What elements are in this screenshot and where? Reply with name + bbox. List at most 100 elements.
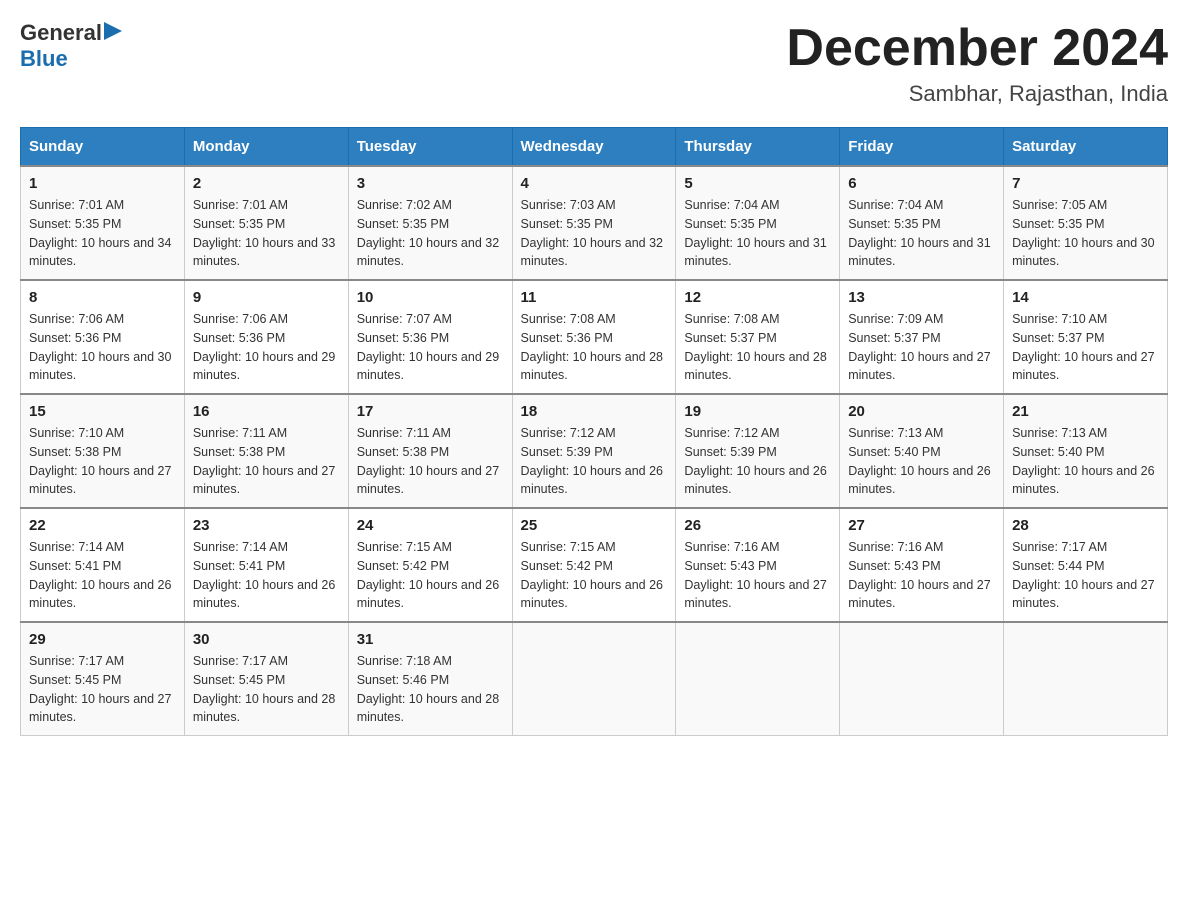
sunrise-text: Sunrise: 7:04 AM <box>684 196 831 215</box>
sunset-text: Sunset: 5:38 PM <box>357 443 504 462</box>
daylight-text: Daylight: 10 hours and 28 minutes. <box>521 348 668 386</box>
sunrise-text: Sunrise: 7:01 AM <box>29 196 176 215</box>
sunset-text: Sunset: 5:35 PM <box>848 215 995 234</box>
calendar-cell: 31 Sunrise: 7:18 AM Sunset: 5:46 PM Dayl… <box>348 622 512 736</box>
sunset-text: Sunset: 5:35 PM <box>193 215 340 234</box>
day-info: Sunrise: 7:12 AM Sunset: 5:39 PM Dayligh… <box>684 424 831 499</box>
day-number: 11 <box>521 289 668 306</box>
daylight-text: Daylight: 10 hours and 28 minutes. <box>684 348 831 386</box>
daylight-text: Daylight: 10 hours and 30 minutes. <box>29 348 176 386</box>
day-number: 5 <box>684 175 831 192</box>
sunrise-text: Sunrise: 7:14 AM <box>29 538 176 557</box>
sunset-text: Sunset: 5:35 PM <box>29 215 176 234</box>
daylight-text: Daylight: 10 hours and 31 minutes. <box>684 234 831 272</box>
day-info: Sunrise: 7:14 AM Sunset: 5:41 PM Dayligh… <box>193 538 340 613</box>
daylight-text: Daylight: 10 hours and 26 minutes. <box>357 576 504 614</box>
week-row-1: 1 Sunrise: 7:01 AM Sunset: 5:35 PM Dayli… <box>21 166 1168 280</box>
day-header-friday: Friday <box>840 128 1004 167</box>
calendar-cell: 29 Sunrise: 7:17 AM Sunset: 5:45 PM Dayl… <box>21 622 185 736</box>
sunrise-text: Sunrise: 7:04 AM <box>848 196 995 215</box>
day-info: Sunrise: 7:04 AM Sunset: 5:35 PM Dayligh… <box>684 196 831 271</box>
day-number: 29 <box>29 631 176 648</box>
sunset-text: Sunset: 5:38 PM <box>29 443 176 462</box>
sunrise-text: Sunrise: 7:13 AM <box>848 424 995 443</box>
daylight-text: Daylight: 10 hours and 33 minutes. <box>193 234 340 272</box>
day-info: Sunrise: 7:15 AM Sunset: 5:42 PM Dayligh… <box>357 538 504 613</box>
calendar-cell: 20 Sunrise: 7:13 AM Sunset: 5:40 PM Dayl… <box>840 394 1004 508</box>
sunset-text: Sunset: 5:39 PM <box>684 443 831 462</box>
day-number: 6 <box>848 175 995 192</box>
sunrise-text: Sunrise: 7:01 AM <box>193 196 340 215</box>
sunset-text: Sunset: 5:46 PM <box>357 671 504 690</box>
sunset-text: Sunset: 5:42 PM <box>357 557 504 576</box>
day-number: 22 <box>29 517 176 534</box>
sunrise-text: Sunrise: 7:06 AM <box>29 310 176 329</box>
page-header: General Blue December 2024 Sambhar, Raja… <box>20 20 1168 107</box>
day-number: 10 <box>357 289 504 306</box>
day-number: 4 <box>521 175 668 192</box>
daylight-text: Daylight: 10 hours and 26 minutes. <box>684 462 831 500</box>
sunset-text: Sunset: 5:36 PM <box>357 329 504 348</box>
daylight-text: Daylight: 10 hours and 28 minutes. <box>193 690 340 728</box>
day-info: Sunrise: 7:09 AM Sunset: 5:37 PM Dayligh… <box>848 310 995 385</box>
day-number: 8 <box>29 289 176 306</box>
daylight-text: Daylight: 10 hours and 26 minutes. <box>29 576 176 614</box>
sunset-text: Sunset: 5:37 PM <box>1012 329 1159 348</box>
day-number: 26 <box>684 517 831 534</box>
daylight-text: Daylight: 10 hours and 34 minutes. <box>29 234 176 272</box>
sunrise-text: Sunrise: 7:06 AM <box>193 310 340 329</box>
sunset-text: Sunset: 5:35 PM <box>357 215 504 234</box>
daylight-text: Daylight: 10 hours and 32 minutes. <box>357 234 504 272</box>
day-info: Sunrise: 7:12 AM Sunset: 5:39 PM Dayligh… <box>521 424 668 499</box>
calendar-cell: 6 Sunrise: 7:04 AM Sunset: 5:35 PM Dayli… <box>840 166 1004 280</box>
calendar-cell: 7 Sunrise: 7:05 AM Sunset: 5:35 PM Dayli… <box>1004 166 1168 280</box>
sunset-text: Sunset: 5:45 PM <box>29 671 176 690</box>
daylight-text: Daylight: 10 hours and 27 minutes. <box>29 462 176 500</box>
calendar-cell: 17 Sunrise: 7:11 AM Sunset: 5:38 PM Dayl… <box>348 394 512 508</box>
calendar-table: SundayMondayTuesdayWednesdayThursdayFrid… <box>20 127 1168 736</box>
sunrise-text: Sunrise: 7:11 AM <box>193 424 340 443</box>
daylight-text: Daylight: 10 hours and 27 minutes. <box>357 462 504 500</box>
day-info: Sunrise: 7:13 AM Sunset: 5:40 PM Dayligh… <box>848 424 995 499</box>
calendar-cell <box>840 622 1004 736</box>
calendar-cell: 21 Sunrise: 7:13 AM Sunset: 5:40 PM Dayl… <box>1004 394 1168 508</box>
day-number: 23 <box>193 517 340 534</box>
sunset-text: Sunset: 5:43 PM <box>848 557 995 576</box>
logo-arrow-icon <box>104 20 124 42</box>
sunrise-text: Sunrise: 7:10 AM <box>29 424 176 443</box>
calendar-cell: 16 Sunrise: 7:11 AM Sunset: 5:38 PM Dayl… <box>184 394 348 508</box>
sunset-text: Sunset: 5:36 PM <box>29 329 176 348</box>
day-number: 9 <box>193 289 340 306</box>
header-row: SundayMondayTuesdayWednesdayThursdayFrid… <box>21 128 1168 167</box>
sunrise-text: Sunrise: 7:08 AM <box>684 310 831 329</box>
day-number: 20 <box>848 403 995 420</box>
sunset-text: Sunset: 5:38 PM <box>193 443 340 462</box>
sunrise-text: Sunrise: 7:05 AM <box>1012 196 1159 215</box>
day-info: Sunrise: 7:17 AM Sunset: 5:45 PM Dayligh… <box>29 652 176 727</box>
sunset-text: Sunset: 5:35 PM <box>521 215 668 234</box>
calendar-cell: 2 Sunrise: 7:01 AM Sunset: 5:35 PM Dayli… <box>184 166 348 280</box>
day-header-thursday: Thursday <box>676 128 840 167</box>
sunrise-text: Sunrise: 7:16 AM <box>848 538 995 557</box>
sunrise-text: Sunrise: 7:12 AM <box>684 424 831 443</box>
sunset-text: Sunset: 5:41 PM <box>29 557 176 576</box>
day-info: Sunrise: 7:10 AM Sunset: 5:37 PM Dayligh… <box>1012 310 1159 385</box>
sunset-text: Sunset: 5:42 PM <box>521 557 668 576</box>
sunrise-text: Sunrise: 7:11 AM <box>357 424 504 443</box>
day-header-monday: Monday <box>184 128 348 167</box>
calendar-cell: 12 Sunrise: 7:08 AM Sunset: 5:37 PM Dayl… <box>676 280 840 394</box>
calendar-cell: 27 Sunrise: 7:16 AM Sunset: 5:43 PM Dayl… <box>840 508 1004 622</box>
day-number: 14 <box>1012 289 1159 306</box>
day-number: 18 <box>521 403 668 420</box>
sunrise-text: Sunrise: 7:03 AM <box>521 196 668 215</box>
day-number: 12 <box>684 289 831 306</box>
calendar-cell: 9 Sunrise: 7:06 AM Sunset: 5:36 PM Dayli… <box>184 280 348 394</box>
sunrise-text: Sunrise: 7:15 AM <box>357 538 504 557</box>
day-number: 31 <box>357 631 504 648</box>
day-info: Sunrise: 7:06 AM Sunset: 5:36 PM Dayligh… <box>193 310 340 385</box>
daylight-text: Daylight: 10 hours and 27 minutes. <box>848 576 995 614</box>
daylight-text: Daylight: 10 hours and 30 minutes. <box>1012 234 1159 272</box>
day-number: 7 <box>1012 175 1159 192</box>
calendar-cell: 13 Sunrise: 7:09 AM Sunset: 5:37 PM Dayl… <box>840 280 1004 394</box>
day-info: Sunrise: 7:06 AM Sunset: 5:36 PM Dayligh… <box>29 310 176 385</box>
